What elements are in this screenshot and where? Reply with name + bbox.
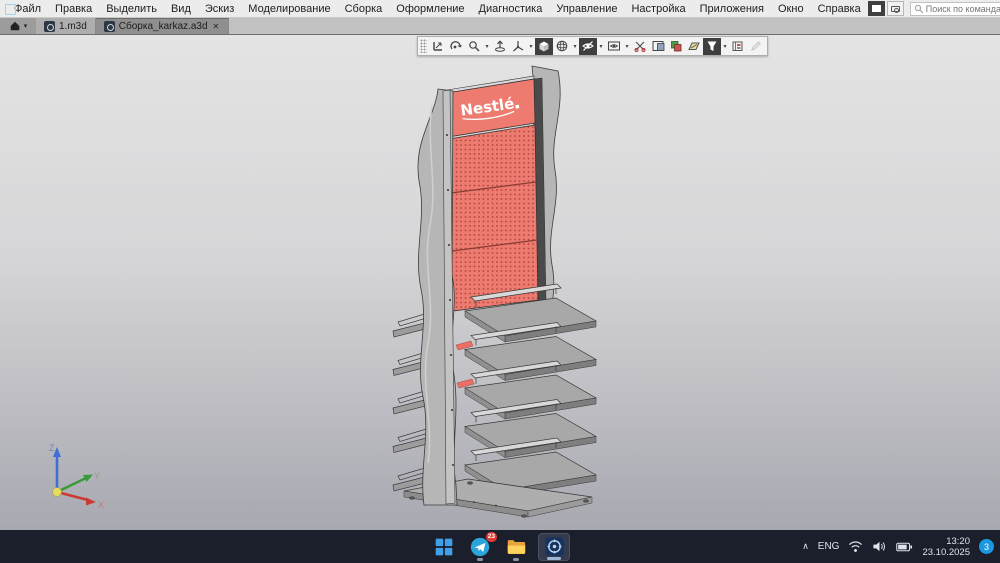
notification-badge[interactable]: 3 bbox=[979, 539, 994, 554]
screen-capture-icon[interactable] bbox=[887, 1, 904, 16]
menu-assembly[interactable]: Сборка bbox=[338, 2, 390, 16]
assembly-document-icon bbox=[104, 21, 115, 32]
model-3d[interactable]: Nestlé bbox=[0, 35, 1000, 531]
menu-select[interactable]: Выделить bbox=[99, 2, 164, 16]
part-document-icon bbox=[44, 21, 55, 32]
telegram-button[interactable]: 23 bbox=[466, 533, 494, 561]
folder-icon bbox=[505, 536, 527, 558]
tab-1m3d[interactable]: 1.m3d bbox=[36, 18, 96, 34]
windows-taskbar: 23 ∧ ENG bbox=[0, 530, 1000, 563]
wifi-icon[interactable] bbox=[848, 540, 863, 553]
home-icon bbox=[9, 20, 21, 32]
file-explorer-button[interactable] bbox=[502, 533, 530, 561]
interface-layout-icon[interactable] bbox=[868, 1, 885, 16]
system-tray: ∧ ENG 13:20 23.10.2025 3 bbox=[802, 530, 994, 563]
tray-time: 13:20 bbox=[922, 536, 970, 547]
tab-label: 1.m3d bbox=[59, 21, 87, 32]
menu-settings[interactable]: Настройка bbox=[624, 2, 692, 16]
telegram-badge: 23 bbox=[486, 532, 497, 542]
search-input[interactable] bbox=[926, 4, 1000, 14]
shelves[interactable] bbox=[465, 284, 596, 496]
tab-sborka-karkaz[interactable]: Сборка_karkaz.a3d ✕ bbox=[96, 18, 229, 34]
home-tab[interactable]: ▾ bbox=[0, 18, 36, 34]
coordinate-triad: Z Y X bbox=[28, 439, 108, 511]
language-indicator[interactable]: ENG bbox=[818, 541, 840, 552]
menu-applications[interactable]: Приложения bbox=[693, 2, 771, 16]
start-button[interactable] bbox=[430, 533, 458, 561]
clock[interactable]: 13:20 23.10.2025 bbox=[922, 536, 970, 558]
windows-start-icon bbox=[434, 537, 454, 557]
home-caret-icon[interactable]: ▾ bbox=[24, 22, 28, 30]
command-search[interactable] bbox=[910, 2, 1000, 16]
menu-diagnostics[interactable]: Диагностика bbox=[472, 2, 550, 16]
menu-view[interactable]: Вид bbox=[164, 2, 198, 16]
tray-date: 23.10.2025 bbox=[922, 547, 970, 558]
menu-modeling[interactable]: Моделирование bbox=[241, 2, 337, 16]
menu-sketch[interactable]: Эскиз bbox=[198, 2, 241, 16]
document-tab-bar: ▾ 1.m3d Сборка_karkaz.a3d ✕ bbox=[0, 18, 1000, 34]
speaker-icon[interactable] bbox=[872, 540, 887, 553]
menu-window[interactable]: Окно bbox=[771, 2, 811, 16]
search-icon bbox=[914, 4, 924, 14]
menu-bar: Файл Правка Выделить Вид Эскиз Моделиров… bbox=[0, 0, 1000, 18]
axis-y-label: Y bbox=[94, 471, 100, 481]
model-viewport[interactable]: ▾ ▾ ▾ ▾ ▾ bbox=[0, 34, 1000, 530]
kompas-taskbar-button[interactable] bbox=[538, 533, 570, 561]
menu-help[interactable]: Справка bbox=[811, 2, 868, 16]
menu-layout[interactable]: Оформление bbox=[389, 2, 471, 16]
battery-icon[interactable] bbox=[896, 541, 913, 553]
kompas-3d-window: Файл Правка Выделить Вид Эскиз Моделиров… bbox=[0, 0, 1000, 563]
tray-chevron-icon[interactable]: ∧ bbox=[802, 541, 809, 552]
axis-z-label: Z bbox=[49, 443, 55, 453]
kompas-taskbar-icon bbox=[544, 536, 565, 557]
tab-close-icon[interactable]: ✕ bbox=[212, 22, 221, 31]
pegboard-panel[interactable] bbox=[447, 125, 538, 311]
tab-label: Сборка_karkaz.a3d bbox=[119, 21, 208, 32]
axis-x-label: X bbox=[98, 500, 104, 510]
menu-management[interactable]: Управление bbox=[549, 2, 624, 16]
menu-edit[interactable]: Правка bbox=[48, 2, 99, 16]
